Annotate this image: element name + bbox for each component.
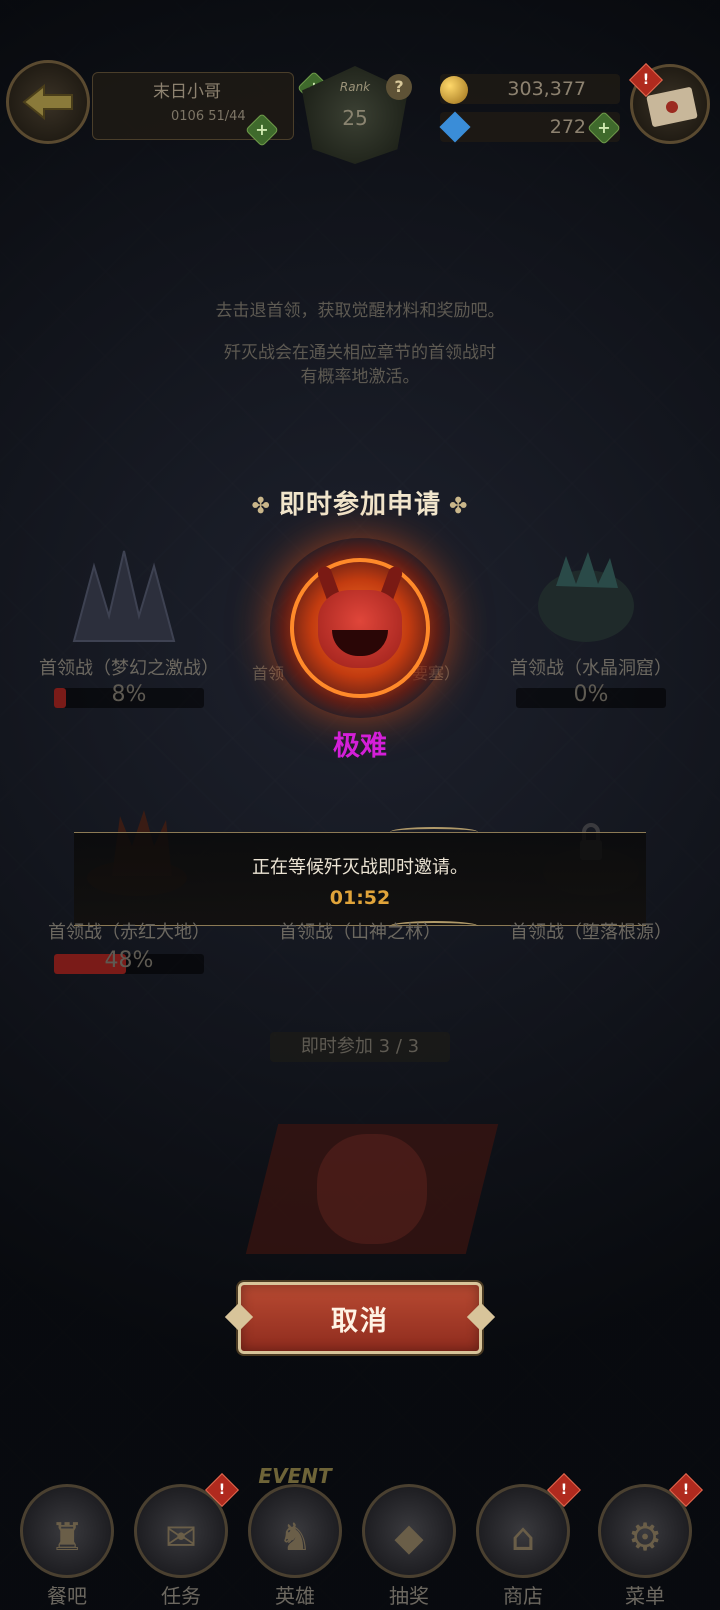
section-title: ✤ 即时参加申请 ✤ <box>251 490 469 520</box>
nav-item-bar[interactable]: ♜ 餐吧 <box>12 1470 122 1610</box>
nav-label: 商店 <box>503 1584 543 1608</box>
nav-item-menu[interactable]: ⚙ ! 菜单 <box>590 1470 703 1610</box>
nav-label: 任务 <box>161 1584 201 1608</box>
boss-progress: 0% <box>516 682 666 708</box>
gold-value: 303,377 <box>507 78 586 100</box>
difficulty-label: 极难 <box>333 731 387 762</box>
gold-coin-icon <box>440 76 468 104</box>
rank-value: 25 <box>342 106 368 130</box>
help-icon[interactable]: ? <box>386 74 412 100</box>
hint-line-1: 去击退首领，获取觉醒材料和奖励吧。 <box>215 301 505 321</box>
gear-icon: ⚙ <box>627 1515 663 1559</box>
ornament-left-icon: ✤ <box>251 494 271 519</box>
progress-text: 48% <box>104 948 154 973</box>
envelope-icon <box>646 86 698 128</box>
boss-name: 首领战（堕落根源） <box>510 922 672 943</box>
back-button[interactable] <box>6 60 90 144</box>
demon-mouth <box>332 630 388 656</box>
demon-portrait-icon <box>317 1134 427 1244</box>
crystal-icon: ◆ <box>394 1515 424 1559</box>
progress-text: 8% <box>111 682 147 707</box>
hint-line-3: 有概率地激活。 <box>300 367 420 387</box>
progress-text: 0% <box>573 682 609 707</box>
hint-line-2: 歼灭战会在通关相应章节的首领战时 <box>224 343 496 363</box>
banner-ornament-top <box>390 827 478 837</box>
nav-label: 菜单 <box>625 1584 665 1608</box>
boss-card-mountain-forest[interactable]: 首领战（山神之林） <box>245 918 475 958</box>
nav-label: 抽奖 <box>389 1584 429 1608</box>
nav-item-gacha[interactable]: ◆ 抽奖 <box>354 1470 464 1610</box>
nav-circle: ◆ <box>362 1484 456 1578</box>
boss-name: 首领战（梦幻之激战） <box>39 658 219 679</box>
boss-name: 首领战（水晶洞窟） <box>510 658 672 679</box>
boss-portrait <box>245 1124 499 1254</box>
fire-boss-emblem <box>270 538 450 718</box>
boss-card-red-earth[interactable]: 首领战（赤红大地） 48% <box>14 918 244 978</box>
player-exp: 0106 51/44 <box>171 109 246 124</box>
nav-item-hero[interactable]: ♞ EVENT 英雄 <box>240 1464 350 1610</box>
top-bar: 末日小哥 0106 51/44 + + Rank 25 ? 303,377 27… <box>0 52 720 164</box>
shop-icon: ⌂ <box>510 1515 536 1559</box>
nav-label: 英雄 <box>275 1584 315 1608</box>
boss-progress: 8% <box>54 682 204 708</box>
nav-circle: ♞ <box>248 1484 342 1578</box>
armor-icon: ♞ <box>277 1515 313 1559</box>
ornament-right-icon: ✤ <box>449 494 469 519</box>
wait-banner: 正在等候歼灭战即时邀请。 01:52 <box>74 827 646 926</box>
entry-count: 即时参加 3 / 3 <box>270 1032 450 1062</box>
event-tag: EVENT <box>258 1464 332 1488</box>
nav-item-quest[interactable]: ✉ ! 任务 <box>126 1470 239 1610</box>
wizard-hat-icon: ♜ <box>49 1515 85 1559</box>
gold-display: 303,377 <box>440 74 620 104</box>
boss-crystal-art-icon <box>538 552 634 642</box>
boss-card-fallen-root[interactable]: 首领战（堕落根源） <box>476 918 706 958</box>
bottom-nav: ♜ 餐吧 ✉ ! 任务 ♞ EVENT 英雄 ◆ 抽奖 ⌂ ! 商店 ⚙ ! 菜… <box>0 1464 720 1610</box>
back-arrow-icon <box>22 83 73 121</box>
boss-name: 首领战（赤红大地） <box>48 922 210 943</box>
background <box>0 0 720 1610</box>
gem-value: 272 <box>549 116 586 138</box>
gem-icon <box>439 111 471 143</box>
nav-circle: ♜ <box>20 1484 114 1578</box>
scroll-icon: ✉ <box>165 1515 197 1559</box>
nav-item-shop[interactable]: ⌂ ! 商店 <box>468 1470 581 1610</box>
nav-label: 餐吧 <box>47 1584 87 1608</box>
boss-dream-art-icon <box>72 550 176 642</box>
wait-timer: 01:52 <box>329 887 391 909</box>
boss-progress: 48% <box>54 948 204 974</box>
boss-card-dream[interactable]: 首领战（梦幻之激战） 8% <box>14 546 244 726</box>
boss-name: 首领战（山神之林） <box>279 922 441 943</box>
player-name: 末日小哥 <box>153 82 221 102</box>
cancel-button[interactable]: 取消 <box>238 1282 482 1354</box>
boss-card-crystal[interactable]: 首领战（水晶洞窟） 0% <box>476 546 706 726</box>
demon-face-icon <box>318 590 402 668</box>
wait-message: 正在等候歼灭战即时邀请。 <box>252 857 468 878</box>
